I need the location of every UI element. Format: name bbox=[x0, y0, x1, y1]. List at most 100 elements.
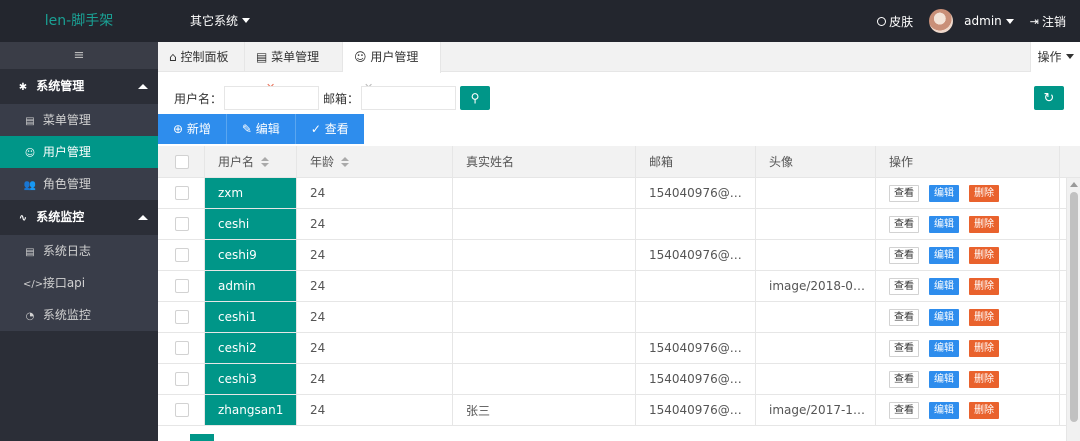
row-delete-button[interactable]: 删除 bbox=[969, 277, 999, 295]
sidebar-toggle-icon[interactable]: ≡ bbox=[0, 42, 158, 69]
column-username[interactable]: 用户名 bbox=[205, 146, 297, 177]
row-edit-button[interactable]: 编辑 bbox=[929, 246, 959, 264]
search-button[interactable]: ⚲ bbox=[460, 86, 491, 110]
table-scrollbar[interactable] bbox=[1066, 178, 1080, 441]
row-edit-button[interactable]: 编辑 bbox=[929, 277, 959, 295]
add-button[interactable]: ⊕ 新增 bbox=[158, 114, 227, 144]
cell-actions: 查看 编辑 删除 bbox=[876, 271, 1060, 301]
skin-menu[interactable]: 皮肤 bbox=[877, 13, 913, 30]
tab-menu-management[interactable]: ▤ 菜单管理 ✕ bbox=[245, 42, 343, 94]
table-row[interactable]: zxm24 154040976@qq.com 查看编辑删除 bbox=[158, 178, 1080, 209]
row-edit-button[interactable]: 编辑 bbox=[929, 401, 959, 419]
email-input[interactable] bbox=[361, 86, 457, 110]
gear-icon: ✱ bbox=[18, 82, 28, 93]
sidebar-item-user-management[interactable]: ☺ 用户管理 bbox=[0, 136, 158, 168]
column-age[interactable]: 年龄 bbox=[297, 146, 453, 177]
row-checkbox[interactable] bbox=[175, 372, 189, 386]
scroll-up-icon[interactable] bbox=[1070, 182, 1078, 187]
table-row[interactable]: ceshi224 154040976@qq.com 查看编辑删除 bbox=[158, 333, 1080, 364]
row-delete-button[interactable]: 删除 bbox=[969, 339, 999, 357]
row-view-button[interactable]: 查看 bbox=[889, 184, 919, 202]
table-row[interactable]: admin 24 image/2018-01-0... 查看 编辑 删除 bbox=[158, 271, 1080, 302]
avatar-path: image/2018-01-0... bbox=[769, 279, 875, 293]
row-edit-button[interactable]: 编辑 bbox=[929, 339, 959, 357]
tab-operation-menu[interactable]: 操作 bbox=[1030, 42, 1080, 72]
smile-icon: ☺ bbox=[24, 148, 36, 159]
tab-dashboard[interactable]: ⌂ 控制面板 bbox=[158, 42, 245, 72]
row-view-button[interactable]: 查看 bbox=[889, 339, 919, 357]
row-checkbox[interactable] bbox=[175, 403, 189, 417]
row-edit-button[interactable]: 编辑 bbox=[929, 184, 959, 202]
table-row[interactable]: ceshi 24 查看 编辑 删除 bbox=[158, 209, 1080, 240]
username-input[interactable] bbox=[224, 86, 320, 110]
cell-actions: 查看 编辑 删除 bbox=[876, 178, 1060, 208]
sidebar-item-api[interactable]: </> 接口api bbox=[0, 267, 158, 299]
search-icon: ⚲ bbox=[470, 91, 480, 105]
row-delete-button[interactable]: 删除 bbox=[969, 370, 999, 388]
row-checkbox[interactable] bbox=[175, 217, 189, 231]
user-menu[interactable]: admin bbox=[929, 9, 1014, 33]
edit-button[interactable]: ✎ 编辑 bbox=[226, 114, 296, 144]
row-edit-button[interactable]: 编辑 bbox=[929, 308, 959, 326]
cell-avatar bbox=[756, 333, 876, 363]
cell-email: 154040976@qq.com bbox=[636, 178, 756, 208]
other-systems-menu[interactable]: 其它系统 bbox=[190, 0, 251, 42]
cell-actions: 查看 编辑 删除 bbox=[876, 364, 1060, 394]
row-delete-button[interactable]: 删除 bbox=[969, 246, 999, 264]
email-text: 154040976@qq.com bbox=[649, 341, 755, 355]
row-view-button[interactable]: 查看 bbox=[889, 215, 919, 233]
row-checkbox[interactable] bbox=[175, 310, 189, 324]
row-edit-button[interactable]: 编辑 bbox=[929, 370, 959, 388]
table-header: 用户名 年龄 真实姓名 邮箱 头像 操作 bbox=[158, 146, 1080, 178]
row-delete-button[interactable]: 删除 bbox=[969, 401, 999, 419]
row-checkbox[interactable] bbox=[175, 341, 189, 355]
table-row[interactable]: ceshi924 154040976@qq.com 查看编辑删除 bbox=[158, 240, 1080, 271]
column-spacer bbox=[1060, 146, 1080, 177]
tab-user-management[interactable]: ☺ 用户管理 ✕ bbox=[343, 42, 441, 94]
table-row[interactable]: ceshi1 24 查看 编辑 删除 bbox=[158, 302, 1080, 333]
sidebar-item-role-management[interactable]: 👥 角色管理 bbox=[0, 168, 158, 200]
row-checkbox-cell bbox=[158, 240, 205, 270]
user-table: 用户名 年龄 真实姓名 邮箱 头像 操作 zxm 24 154040976@qq.c… bbox=[158, 146, 1080, 426]
add-label: 新增 bbox=[186, 122, 211, 136]
row-checkbox[interactable] bbox=[175, 186, 189, 200]
view-button[interactable]: ✓ 查看 bbox=[295, 114, 364, 144]
sidebar-item-system-log[interactable]: ▤ 系统日志 bbox=[0, 235, 158, 267]
row-view-button[interactable]: 查看 bbox=[889, 277, 919, 295]
sidebar-item-label: 接口api bbox=[42, 276, 86, 290]
row-checkbox[interactable] bbox=[175, 248, 189, 262]
refresh-button[interactable]: ↻ bbox=[1034, 86, 1064, 110]
pulse-icon: ∿ bbox=[18, 213, 28, 224]
sidebar-group-system-monitor[interactable]: ∿ 系统监控 bbox=[0, 200, 158, 235]
row-edit-button[interactable]: 编辑 bbox=[929, 215, 959, 233]
scroll-thumb[interactable] bbox=[1070, 192, 1078, 422]
column-actions: 操作 bbox=[876, 146, 1060, 177]
cell-email: 154040976@qq.com bbox=[636, 395, 756, 425]
row-delete-button[interactable]: 删除 bbox=[969, 215, 999, 233]
row-view-button[interactable]: 查看 bbox=[889, 401, 919, 419]
cell-actions: 查看 编辑 删除 bbox=[876, 240, 1060, 270]
sidebar-item-label: 系统监控 bbox=[42, 308, 91, 322]
table-row[interactable]: zhangsan124张三 154040976@qq.com image/2017-… bbox=[158, 395, 1080, 426]
user-name: admin bbox=[964, 14, 1002, 28]
sidebar-item-system-monitor[interactable]: ◔ 系统监控 bbox=[0, 299, 158, 331]
sidebar-group-system-management[interactable]: ✱ 系统管理 bbox=[0, 69, 158, 104]
select-all-checkbox[interactable] bbox=[175, 154, 189, 169]
row-view-button[interactable]: 查看 bbox=[889, 370, 919, 388]
column-email: 邮箱 bbox=[636, 146, 756, 177]
sort-icon[interactable] bbox=[341, 156, 350, 167]
row-checkbox[interactable] bbox=[175, 279, 189, 293]
row-view-button[interactable]: 查看 bbox=[889, 246, 919, 264]
row-view-button[interactable]: 查看 bbox=[889, 308, 919, 326]
logout-button[interactable]: ⇥ 注销 bbox=[1030, 13, 1066, 30]
cell-age: 24 bbox=[297, 395, 453, 425]
app-logo[interactable]: len-脚手架 bbox=[0, 0, 158, 42]
sidebar-item-label: 菜单管理 bbox=[42, 113, 91, 127]
sort-icon[interactable] bbox=[261, 156, 270, 167]
row-delete-button[interactable]: 删除 bbox=[969, 184, 999, 202]
table-row[interactable]: ceshi324 154040976@qq.com 查看编辑删除 bbox=[158, 364, 1080, 395]
row-delete-button[interactable]: 删除 bbox=[969, 308, 999, 326]
cell-avatar bbox=[756, 240, 876, 270]
sidebar-item-menu-management[interactable]: ▤ 菜单管理 bbox=[0, 104, 158, 136]
pagination-current-page[interactable] bbox=[190, 434, 214, 441]
